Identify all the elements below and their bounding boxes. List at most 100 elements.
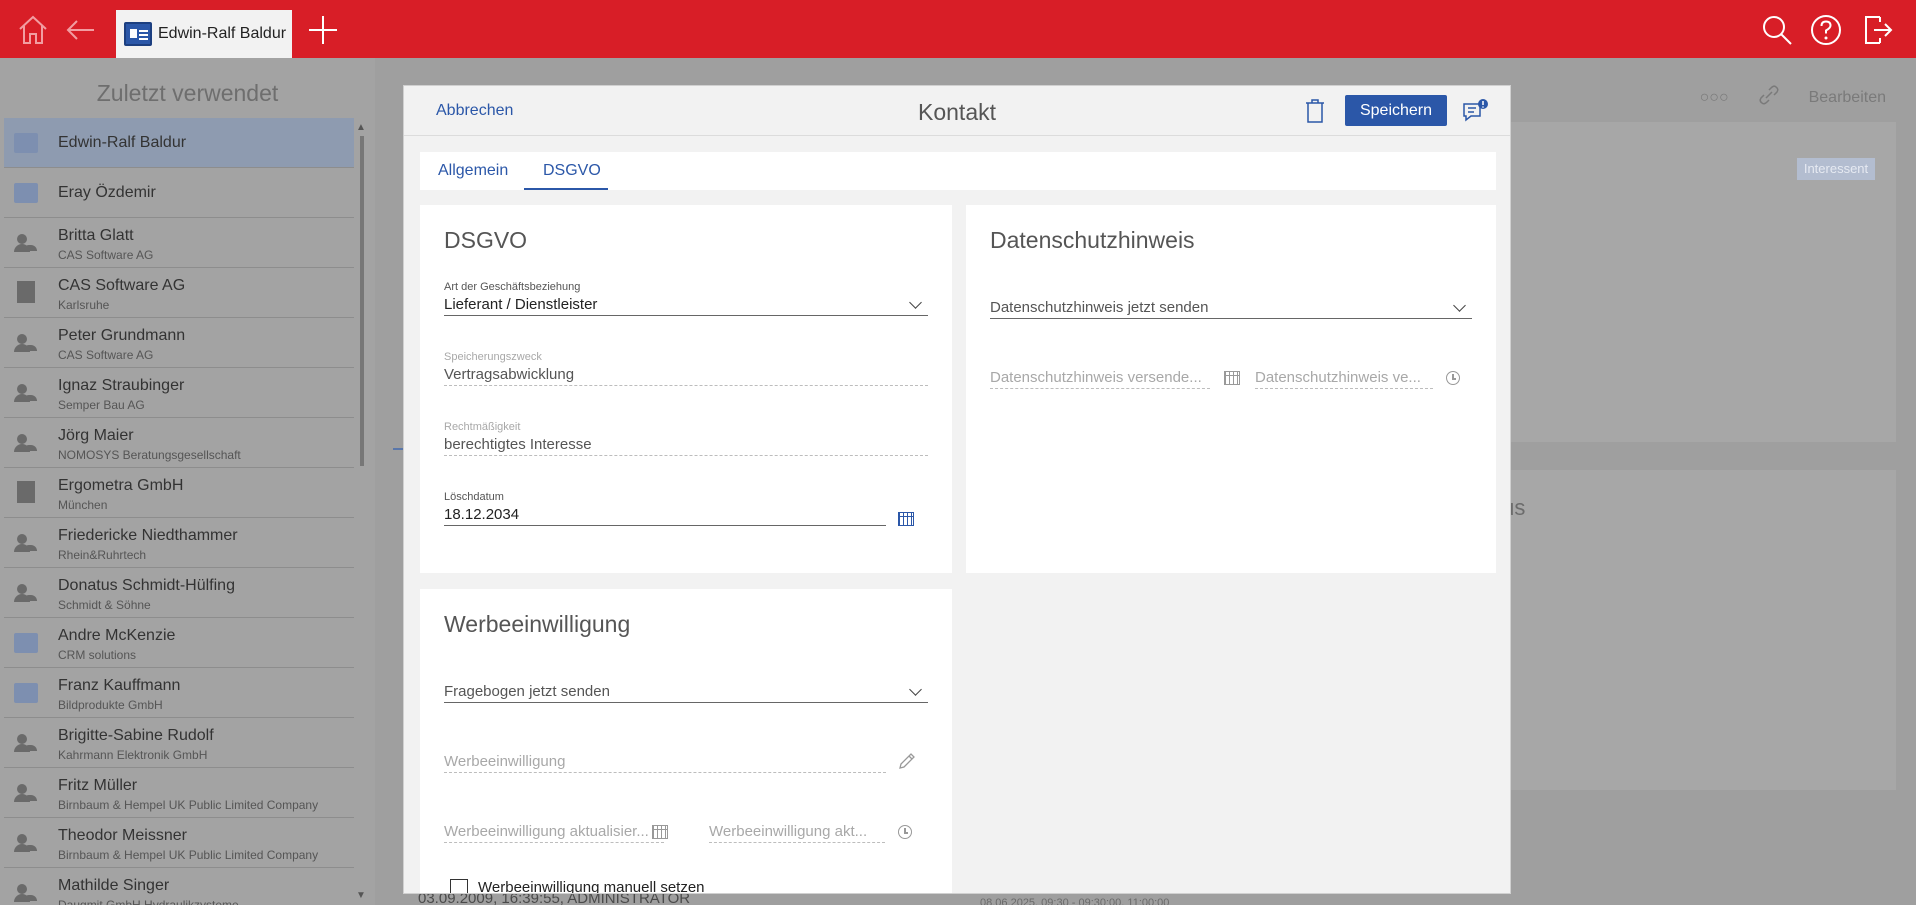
recent-list-item[interactable]: Ergometra GmbH München: [4, 468, 354, 518]
recent-list-item[interactable]: Theodor Meissner Birnbaum & Hempel UK Pub…: [4, 818, 354, 868]
manual-consent-checkbox[interactable]: [450, 879, 468, 893]
consent-updated-date-field[interactable]: Werbeeinwilligung aktualisier...: [444, 823, 664, 843]
recent-item-subtitle: Birnbaum & Hempel UK Public Limited Comp…: [58, 798, 319, 812]
company-icon: [17, 281, 35, 303]
consent-updated-time-field[interactable]: Werbeeinwilligung akt...: [709, 823, 885, 843]
privacy-send-value: Datenschutzhinweis jetzt senden: [990, 299, 1209, 316]
recent-item-subtitle: München: [58, 498, 108, 512]
recent-item-subtitle: Schmidt & Söhne: [58, 598, 151, 612]
recent-list-item[interactable]: Fritz Müller Birnbaum & Hempel UK Public …: [4, 768, 354, 818]
contact-card-icon: [14, 683, 38, 703]
recent-panel: Zuletzt verwendet Edwin-Ralf Baldur Eray …: [0, 58, 375, 905]
recent-list-item[interactable]: Edwin-Ralf Baldur: [4, 118, 354, 168]
clock-icon[interactable]: [898, 825, 912, 839]
person-icon: [14, 533, 38, 553]
delete-date-field[interactable]: Löschdatum 18.12.2034: [444, 491, 886, 526]
recent-list-item[interactable]: Donatus Schmidt-Hülfing Schmidt & Söhne: [4, 568, 354, 618]
save-button[interactable]: Speichern: [1345, 95, 1447, 126]
delete-trash-icon[interactable]: [1304, 98, 1326, 124]
clock-icon[interactable]: [1446, 371, 1460, 385]
legal-basis-field[interactable]: Rechtmäßigkeit berechtigtes Interesse: [444, 421, 928, 456]
recent-list-item[interactable]: Ignaz Straubinger Semper Bau AG: [4, 368, 354, 418]
background-footer-time: 08.06.2025, 09:30 - 09:30:00, 11:00:00: [980, 897, 1170, 905]
privacy-sent-date-field[interactable]: Datenschutzhinweis versende...: [990, 369, 1210, 389]
privacy-send-select[interactable]: Datenschutzhinweis jetzt senden: [990, 299, 1472, 319]
recent-item-name: Brigitte-Sabine Rudolf: [58, 727, 214, 744]
recent-item-subtitle: Semper Bau AG: [58, 398, 145, 412]
dsgvo-card: DSGVO Art der Geschäftsbeziehung Liefera…: [420, 205, 952, 573]
recent-item-subtitle: NOMOSYS Beratungsgesellschaft: [58, 448, 241, 462]
tab-allgemein[interactable]: Allgemein: [438, 162, 508, 180]
calendar-icon[interactable]: [1224, 371, 1240, 385]
comment-notification-icon[interactable]: [1462, 98, 1490, 124]
calendar-icon[interactable]: [652, 825, 668, 839]
purpose-field[interactable]: Speicherungszweck Vertragsabwicklung: [444, 351, 928, 386]
recent-item-subtitle: Karlsruhe: [58, 298, 110, 312]
recent-item-name: Andre McKenzie: [58, 627, 176, 644]
background-actions: ○○○ Bearbeiten: [1700, 83, 1886, 112]
privacy-title: Datenschutzhinweis: [990, 227, 1195, 253]
recent-list-item[interactable]: Jörg Maier NOMOSYS Beratungsgesellschaft: [4, 418, 354, 468]
consent-updated-date-placeholder: Werbeeinwilligung aktualisier...: [444, 823, 664, 843]
recent-item-name: Jörg Maier: [58, 427, 134, 444]
privacy-notice-card: Datenschutzhinweis Datenschutzhinweis je…: [966, 205, 1496, 573]
recent-list-item[interactable]: Andre McKenzie CRM solutions: [4, 618, 354, 668]
recent-list-item[interactable]: CAS Software AG Karlsruhe: [4, 268, 354, 318]
recent-list-item[interactable]: Britta Glatt CAS Software AG: [4, 218, 354, 268]
recent-list-item[interactable]: Brigitte-Sabine Rudolf Kahrmann Elektroni…: [4, 718, 354, 768]
questionnaire-send-select[interactable]: Fragebogen jetzt senden: [444, 683, 928, 703]
home-icon[interactable]: [16, 13, 50, 47]
recent-list-item[interactable]: Friedericke Niedthammer Rhein&Ruhrtech: [4, 518, 354, 568]
person-icon: [14, 583, 38, 603]
recent-item-name: CAS Software AG: [58, 277, 186, 294]
consent-title: Werbeeinwilligung: [444, 611, 631, 637]
relation-select[interactable]: Art der Geschäftsbeziehung Lieferant / D…: [444, 281, 928, 316]
help-icon[interactable]: [1809, 13, 1843, 47]
recent-item-subtitle: Kahrmann Elektronik GmbH: [58, 748, 208, 762]
contact-card-icon: [124, 22, 152, 46]
scroll-down-arrow-icon[interactable]: ▼: [356, 890, 366, 901]
privacy-sent-time-placeholder: Datenschutzhinweis ve...: [1255, 369, 1433, 389]
search-icon[interactable]: [1760, 13, 1794, 47]
back-arrow-icon[interactable]: [64, 13, 98, 47]
recent-item-name: Ignaz Straubinger: [58, 377, 185, 394]
recent-item-subtitle: Birnbaum & Hempel UK Public Limited Comp…: [58, 848, 319, 862]
consent-placeholder: Werbeeinwilligung: [444, 753, 886, 773]
recent-list-item[interactable]: Mathilde Singer Daugmit GmbH Hydraulikzys…: [4, 868, 354, 905]
person-icon: [14, 783, 38, 803]
edit-button[interactable]: Bearbeiten: [1809, 89, 1886, 107]
privacy-sent-date-placeholder: Datenschutzhinweis versende...: [990, 369, 1210, 389]
recent-list-item[interactable]: Franz Kauffmann Bildprodukte GmbH: [4, 668, 354, 718]
purpose-value: Vertragsabwicklung: [444, 363, 928, 386]
person-icon: [14, 733, 38, 753]
contact-card-icon: [14, 183, 38, 203]
consent-card: Werbeeinwilligung Fragebogen jetzt sende…: [420, 589, 952, 893]
recent-list-item[interactable]: Eray Özdemir: [4, 168, 354, 218]
recent-item-name: Friedericke Niedthammer: [58, 527, 238, 544]
recent-item-name: Fritz Müller: [58, 777, 138, 794]
recent-list-item[interactable]: Peter Grundmann CAS Software AG: [4, 318, 354, 368]
tab-dsgvo[interactable]: DSGVO: [543, 162, 601, 180]
cancel-button[interactable]: Abbrechen: [436, 102, 513, 120]
calendar-icon[interactable]: [898, 512, 914, 526]
logout-icon[interactable]: [1860, 13, 1894, 47]
tab-edwin-ralf-baldur[interactable]: Edwin-Ralf Baldur: [116, 10, 292, 58]
top-bar: Edwin-Ralf Baldur: [0, 0, 1916, 58]
consent-field[interactable]: Werbeeinwilligung: [444, 753, 886, 773]
recent-item-name: Donatus Schmidt-Hülfing: [58, 577, 235, 594]
dialog-tabs: Allgemein DSGVO: [420, 152, 1496, 190]
relation-value: Lieferant / Dienstleister: [444, 296, 598, 313]
more-icon[interactable]: ○○○: [1700, 89, 1729, 107]
privacy-sent-time-field[interactable]: Datenschutzhinweis ve...: [1255, 369, 1433, 389]
link-icon[interactable]: [1757, 83, 1781, 112]
pencil-edit-icon[interactable]: [898, 752, 916, 770]
scroll-up-arrow-icon[interactable]: ▲: [356, 122, 366, 133]
recent-item-name: Eray Özdemir: [58, 184, 156, 201]
scrollbar-thumb[interactable]: [360, 136, 364, 466]
add-tab-icon[interactable]: [306, 13, 340, 47]
company-icon: [17, 481, 35, 503]
recent-item-subtitle: Daugmit GmbH Hydraulikzysteme: [58, 898, 239, 905]
recent-title: Zuletzt verwendet: [96, 80, 279, 106]
recent-item-subtitle: Bildprodukte GmbH: [58, 698, 163, 712]
dsgvo-title: DSGVO: [444, 227, 528, 253]
